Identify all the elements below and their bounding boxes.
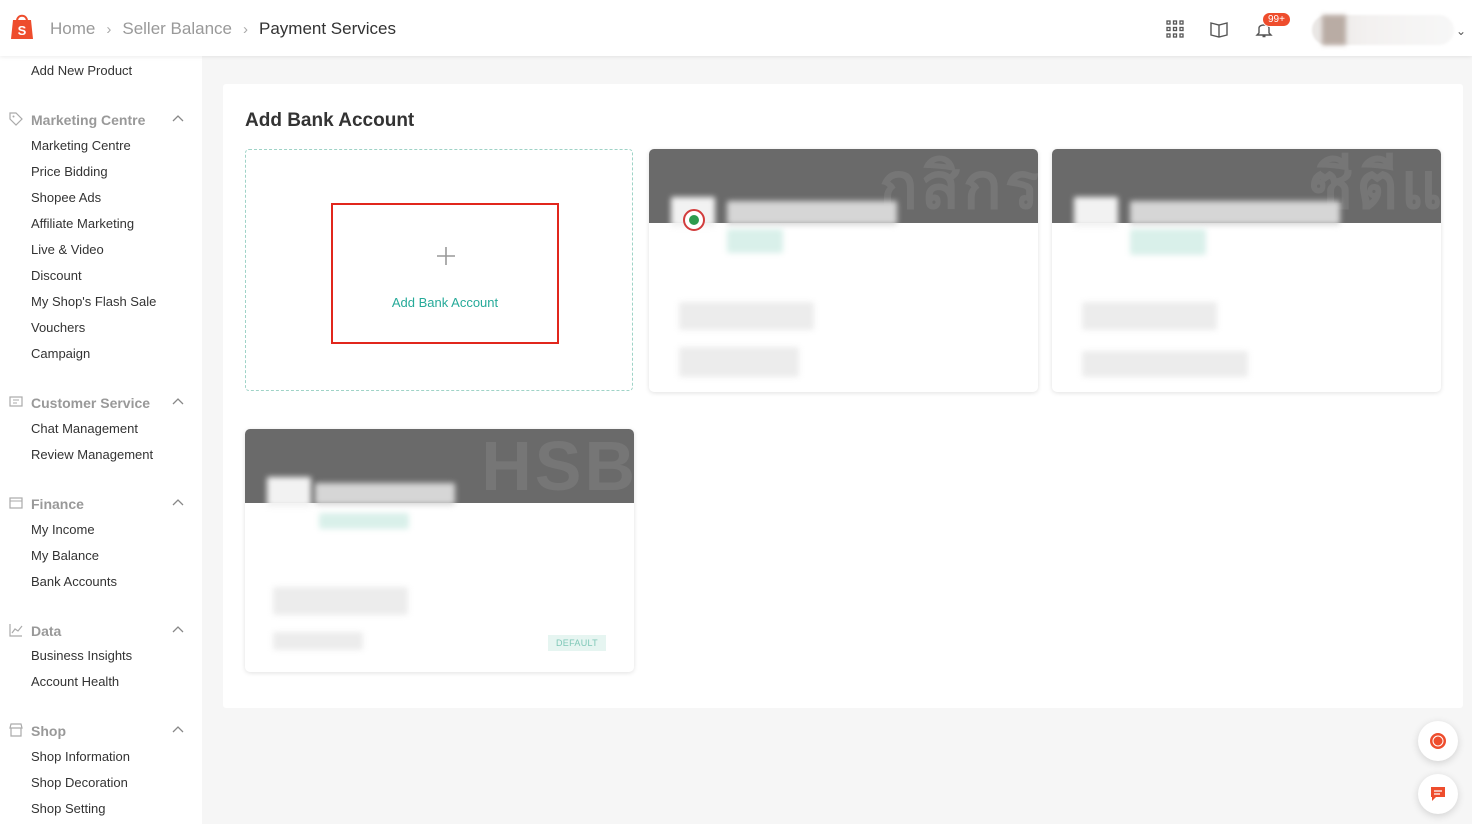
bank-account-card[interactable]: ซีตีแ — [1052, 149, 1441, 392]
sidebar-item-bank-accounts[interactable]: Bank Accounts — [31, 574, 117, 589]
sidebar-item-flash-sale[interactable]: My Shop's Flash Sale — [31, 294, 156, 309]
sidebar-item-shop-decoration[interactable]: Shop Decoration — [31, 775, 128, 790]
bank-account-panel: Add Bank Account Add Bank Account กสิกร … — [223, 84, 1463, 708]
sidebar-item-review-management[interactable]: Review Management — [31, 447, 153, 462]
book-icon[interactable] — [1209, 19, 1229, 39]
top-header: S Home › Seller Balance › Payment Servic… — [0, 0, 1472, 56]
bank-watermark: HSB — [481, 429, 634, 503]
sidebar-item-affiliate-marketing[interactable]: Affiliate Marketing — [31, 216, 134, 231]
chat-button[interactable] — [1418, 774, 1458, 814]
sidebar-item-discount[interactable]: Discount — [31, 268, 82, 283]
account-name-blurred — [1130, 201, 1340, 225]
shopee-logo-icon[interactable]: S — [9, 12, 35, 40]
add-bank-account-button[interactable]: Add Bank Account — [331, 203, 559, 344]
sidebar-section-shop[interactable]: Shop — [31, 723, 66, 739]
sidebar-item-live-video[interactable]: Live & Video — [31, 242, 104, 257]
sidebar-item-campaign[interactable]: Campaign — [31, 346, 90, 361]
breadcrumb-home[interactable]: Home — [50, 19, 95, 39]
tag-icon — [9, 112, 23, 126]
sidebar-item-my-income[interactable]: My Income — [31, 522, 95, 537]
add-bank-account-label: Add Bank Account — [391, 295, 499, 310]
assistant-button[interactable] — [1418, 721, 1458, 761]
bank-logo-icon — [683, 209, 705, 231]
account-number-blurred — [1082, 302, 1217, 330]
breadcrumb: Home › Seller Balance › Payment Services — [50, 19, 396, 39]
sidebar-item-chat-management[interactable]: Chat Management — [31, 421, 138, 436]
account-holder-blurred — [679, 347, 799, 377]
sidebar-item-shop-information[interactable]: Shop Information — [31, 749, 130, 764]
bank-logo-box — [267, 477, 311, 507]
account-name-blurred — [727, 201, 897, 225]
breadcrumb-seller-balance[interactable]: Seller Balance — [122, 19, 232, 39]
chat-bubble-icon — [1430, 733, 1446, 749]
message-icon — [1431, 787, 1445, 801]
notification-badge: 99+ — [1262, 12, 1291, 27]
chevron-up-icon[interactable] — [172, 396, 184, 408]
chevron-right-icon: › — [106, 20, 112, 38]
plus-icon — [437, 247, 455, 265]
svg-text:S: S — [18, 23, 27, 38]
sidebar-section-customer-service[interactable]: Customer Service — [31, 395, 150, 411]
bank-tag-blurred — [727, 229, 783, 253]
wallet-icon — [9, 497, 23, 509]
account-holder-blurred — [273, 632, 363, 650]
sidebar-item-price-bidding[interactable]: Price Bidding — [31, 164, 108, 179]
sidebar-item-marketing-centre[interactable]: Marketing Centre — [31, 138, 131, 153]
bank-tag-blurred — [1130, 229, 1206, 255]
bank-account-card[interactable]: กสิกร — [649, 149, 1038, 392]
store-icon — [9, 723, 23, 737]
sidebar-section-finance[interactable]: Finance — [31, 496, 84, 512]
page-title: Add Bank Account — [245, 110, 415, 131]
chevron-down-icon[interactable]: ⌄ — [1456, 24, 1466, 38]
sidebar-item-account-health[interactable]: Account Health — [31, 674, 119, 689]
chevron-up-icon[interactable] — [172, 113, 184, 125]
bank-tag-blurred — [319, 513, 409, 529]
sidebar-item-vouchers[interactable]: Vouchers — [31, 320, 85, 335]
bank-account-card[interactable]: HSB DEFAULT — [245, 429, 634, 672]
default-badge: DEFAULT — [548, 635, 606, 651]
sidebar-item-shopee-ads[interactable]: Shopee Ads — [31, 190, 101, 205]
account-holder-blurred — [1082, 351, 1248, 377]
sidebar-item-shop-setting[interactable]: Shop Setting — [31, 801, 105, 816]
sidebar-item-my-balance[interactable]: My Balance — [31, 548, 99, 563]
chevron-right-icon: › — [242, 20, 248, 38]
line-chart-icon — [9, 624, 23, 637]
account-name-blurred — [315, 483, 455, 505]
apps-grid-icon[interactable] — [1165, 19, 1185, 39]
sidebar-item-business-insights[interactable]: Business Insights — [31, 648, 132, 663]
sidebar: Add New Product Marketing Centre Marketi… — [0, 56, 202, 824]
chat-bubble-icon — [9, 396, 23, 407]
breadcrumb-payment-services: Payment Services — [258, 19, 396, 38]
account-number-blurred — [679, 302, 814, 330]
sidebar-item-add-new-product[interactable]: Add New Product — [31, 63, 132, 78]
sidebar-section-data[interactable]: Data — [31, 623, 61, 639]
avatar[interactable] — [1312, 15, 1454, 45]
chevron-up-icon[interactable] — [172, 724, 184, 736]
bank-logo-box — [1074, 197, 1118, 227]
sidebar-section-marketing-centre[interactable]: Marketing Centre — [31, 112, 145, 128]
chevron-up-icon[interactable] — [172, 624, 184, 636]
bank-watermark: กสิกร — [879, 150, 1038, 222]
chevron-up-icon[interactable] — [172, 497, 184, 509]
account-number-blurred — [273, 587, 408, 615]
add-bank-account-card[interactable]: Add Bank Account — [245, 149, 633, 391]
